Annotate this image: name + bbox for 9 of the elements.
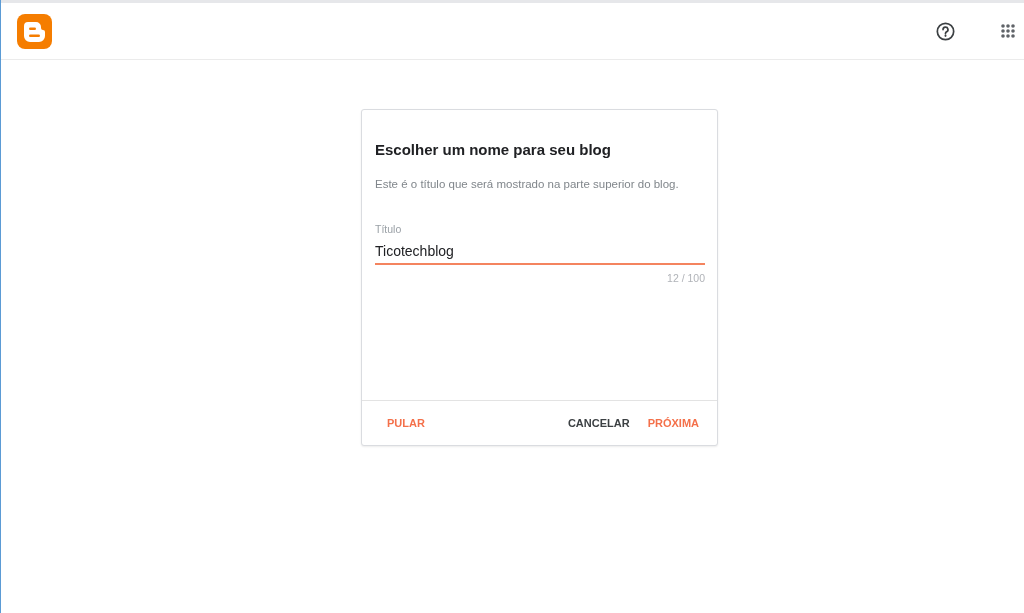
blogger-logo-icon[interactable] <box>17 13 52 49</box>
dialog-action-button[interactable]: CANCELAR <box>559 408 638 438</box>
apps-grid-icon[interactable] <box>1001 24 1015 38</box>
dialog-title: Escolher um nome para seu blog <box>375 140 612 160</box>
character-counter: 12 / 100 <box>667 271 705 285</box>
help-icon[interactable] <box>936 21 955 41</box>
dialog-description: Este é o título que será mostrado na parte superior do blog. <box>375 177 680 192</box>
field-label: Título <box>375 222 403 236</box>
title-input-field[interactable]: Ticotechblog <box>375 241 705 265</box>
